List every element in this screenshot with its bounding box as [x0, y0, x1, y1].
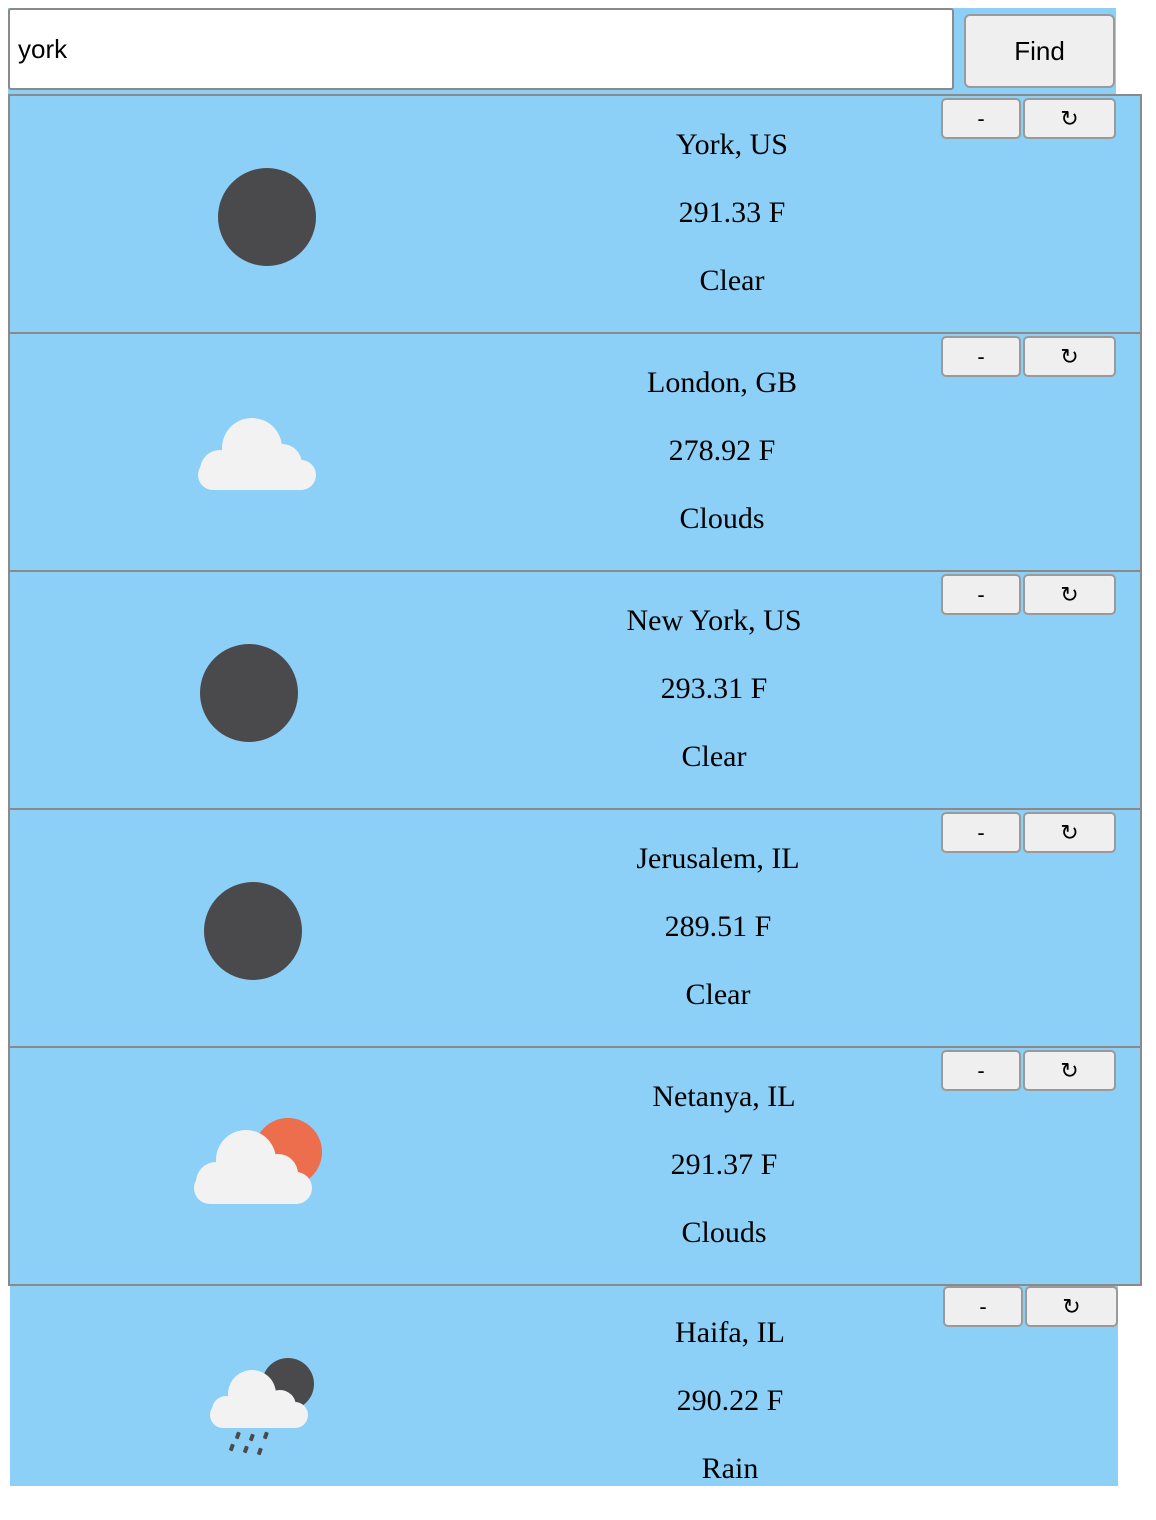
weather-info: Jerusalem, IL 289.51 F Clear — [558, 842, 878, 1046]
condition: Rain — [701, 1452, 759, 1485]
condition: Clouds — [679, 502, 765, 535]
remove-button[interactable]: - — [941, 812, 1021, 853]
city-name: New York, US — [626, 604, 802, 637]
weather-card: - ↻ New York, US 293.31 F Clear — [8, 570, 1142, 808]
weather-info: York, US 291.33 F Clear — [572, 128, 892, 332]
weather-card: - ↻ London, GB 278.92 F Clouds — [8, 332, 1142, 570]
temperature: 278.92 F — [668, 434, 776, 467]
remove-button[interactable]: - — [941, 1050, 1021, 1091]
moon-icon — [180, 636, 320, 746]
city-name: Haifa, IL — [675, 1316, 785, 1349]
weather-card: - ↻ Netanya, IL 291.37 F Clouds — [8, 1046, 1142, 1286]
condition: Clear — [699, 264, 765, 297]
refresh-button[interactable]: ↻ — [1025, 1286, 1118, 1327]
condition: Clear — [681, 740, 747, 773]
moon-icon — [198, 160, 338, 270]
weather-card: - ↻ Jerusalem, IL 289.51 F Clear — [8, 808, 1142, 1046]
refresh-button[interactable]: ↻ — [1023, 574, 1116, 615]
city-name: Jerusalem, IL — [636, 842, 800, 875]
temperature: 293.31 F — [660, 672, 768, 705]
temperature: 289.51 F — [664, 910, 772, 943]
temperature: 290.22 F — [676, 1384, 784, 1417]
weather-info: Haifa, IL 290.22 F Rain — [570, 1316, 890, 1520]
weather-card-list: - ↻ York, US 291.33 F Clear - ↻ London, … — [8, 94, 1142, 1486]
remove-button[interactable]: - — [941, 336, 1021, 377]
condition: Clear — [685, 978, 751, 1011]
city-name: York, US — [675, 128, 788, 161]
search-bar: Find — [8, 8, 1116, 96]
weather-card: - ↻ York, US 291.33 F Clear — [8, 94, 1142, 332]
weather-info: Netanya, IL 291.37 F Clouds — [564, 1080, 884, 1284]
remove-button[interactable]: - — [941, 98, 1021, 139]
card-actions: - ↻ — [941, 812, 1116, 853]
moon-icon — [184, 874, 324, 984]
cloud-sun-icon — [190, 1112, 330, 1222]
city-name: Netanya, IL — [652, 1080, 796, 1113]
rain-moon-icon — [206, 1352, 326, 1462]
card-actions: - ↻ — [941, 336, 1116, 377]
card-actions: - ↻ — [941, 98, 1116, 139]
refresh-button[interactable]: ↻ — [1023, 98, 1116, 139]
remove-button[interactable]: - — [943, 1286, 1023, 1327]
weather-card: - ↻ Haifa, IL 290.22 F Rain — [10, 1286, 1118, 1486]
find-button[interactable]: Find — [964, 14, 1115, 88]
refresh-button[interactable]: ↻ — [1023, 336, 1116, 377]
city-name: London, GB — [647, 366, 797, 399]
search-input[interactable] — [8, 8, 954, 90]
card-actions: - ↻ — [943, 1286, 1118, 1327]
weather-info: New York, US 293.31 F Clear — [554, 604, 874, 808]
weather-info: London, GB 278.92 F Clouds — [562, 366, 882, 570]
refresh-button[interactable]: ↻ — [1023, 812, 1116, 853]
remove-button[interactable]: - — [941, 574, 1021, 615]
temperature: 291.37 F — [670, 1148, 778, 1181]
condition: Clouds — [681, 1216, 767, 1249]
card-actions: - ↻ — [941, 1050, 1116, 1091]
card-actions: - ↻ — [941, 574, 1116, 615]
temperature: 291.33 F — [678, 196, 786, 229]
cloud-icon — [192, 410, 332, 520]
refresh-button[interactable]: ↻ — [1023, 1050, 1116, 1091]
